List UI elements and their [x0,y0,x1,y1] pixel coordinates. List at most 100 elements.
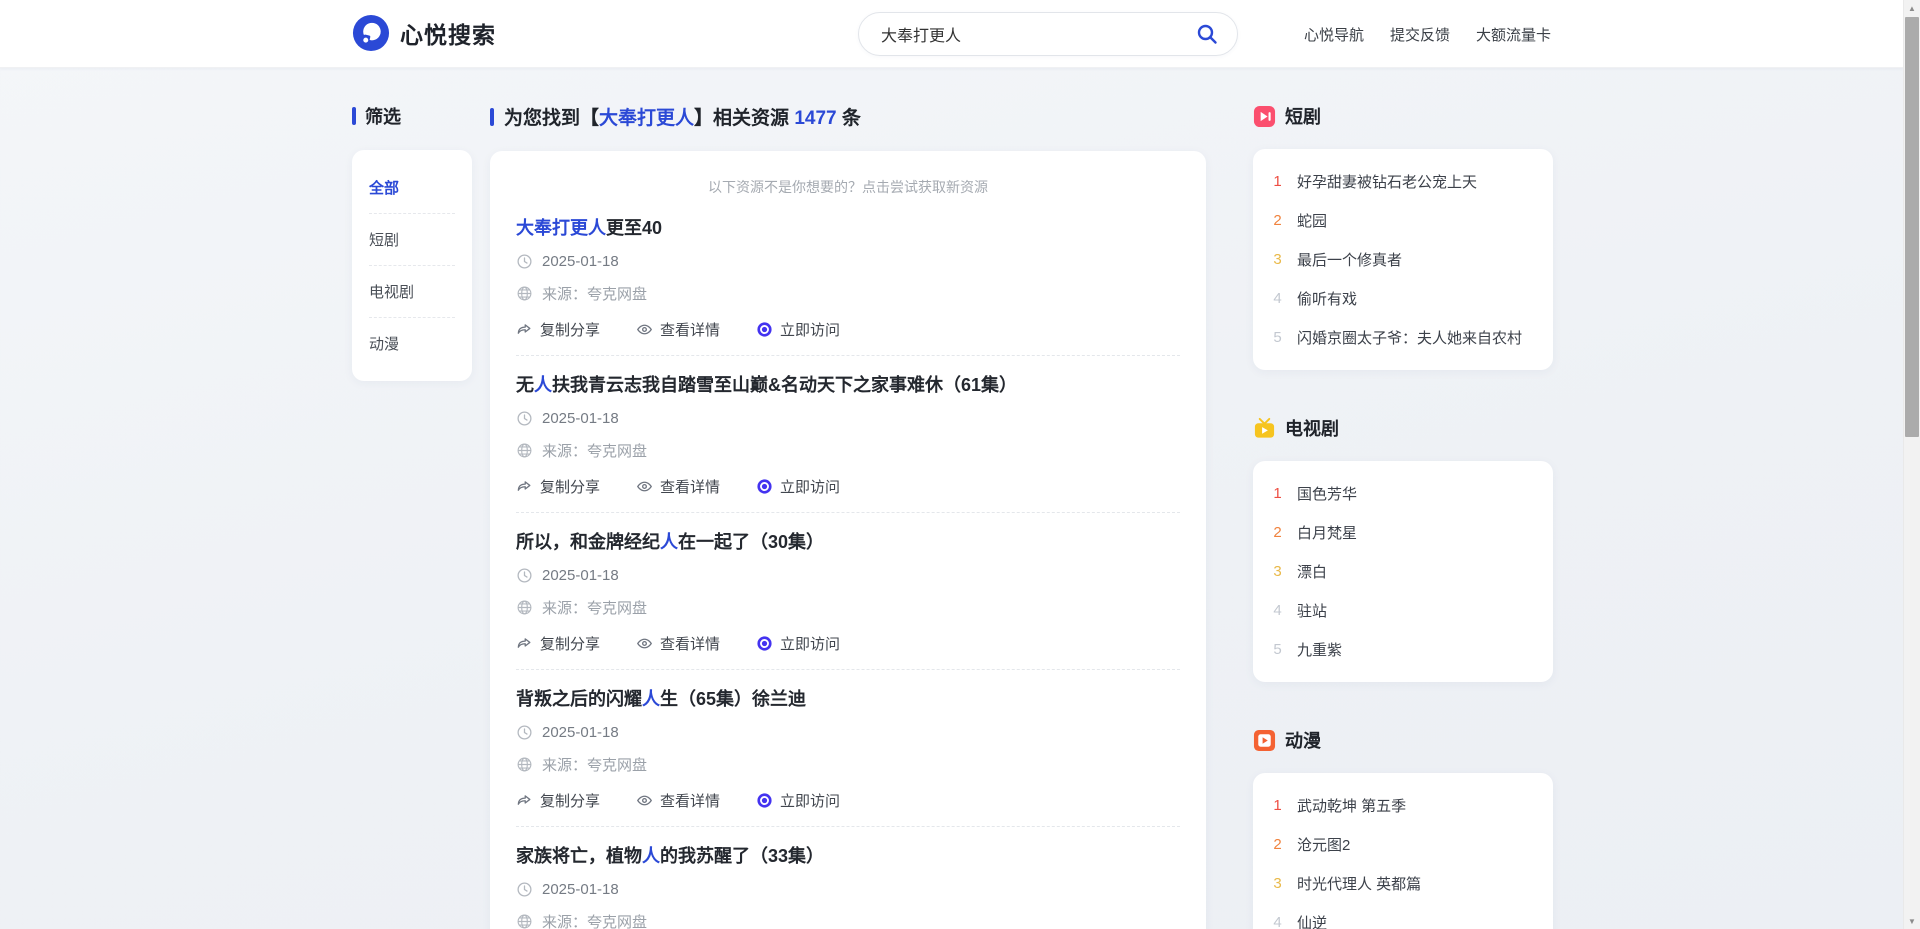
rank-item[interactable]: 1 武动乾坤 第五季 [1271,786,1535,825]
rank-number: 4 [1271,602,1284,619]
result-date: 2025-01-18 [542,881,619,898]
rank-item[interactable]: 4驻站 [1271,591,1535,630]
result-source: 来源：夸克网盘 [542,283,647,304]
result-item: 无人扶我青云志我自踏雪至山巅&名动天下之家事难休（61集） 2025-01-18… [516,356,1180,513]
filter-item-all[interactable]: 全部 [369,162,455,214]
result-item: 背叛之后的闪耀人生（65集）徐兰迪 2025-01-18 来源：夸克网盘 [516,670,1180,827]
rank-number: 1 [1271,797,1284,814]
rank-number: 5 [1271,641,1284,658]
site-logo[interactable]: 心悦搜索 [352,14,496,52]
rank-item[interactable]: 5闪婚京圈太子爷：夫人她来自农村 [1271,318,1535,357]
view-detail-button[interactable]: 查看详情 [636,319,720,340]
globe-icon [516,913,533,929]
filter-item-tvseries[interactable]: 电视剧 [369,266,455,318]
results-list: 大奉打更人更至40 2025-01-18 来源：夸克网盘 [516,199,1180,929]
result-actions: 复制分享 查看详情 立即访问 [516,633,1180,654]
nav-item-navigation[interactable]: 心悦导航 [1304,24,1364,45]
result-actions: 复制分享 查看详情 立即访问 [516,790,1180,811]
search-input[interactable] [881,25,1195,43]
visit-icon [756,321,773,338]
view-detail-button[interactable]: 查看详情 [636,633,720,654]
accent-bar [490,108,494,126]
result-title-link[interactable]: 所以，和金牌经纪人在一起了（30集） [516,530,1180,554]
rank-item-label: 最后一个修真者 [1297,249,1402,270]
rank-item[interactable]: 3最后一个修真者 [1271,240,1535,279]
view-detail-button[interactable]: 查看详情 [636,476,720,497]
rank-number: 4 [1271,914,1284,929]
result-title-link[interactable]: 无人扶我青云志我自踏雪至山巅&名动天下之家事难休（61集） [516,373,1180,397]
rank-number: 2 [1271,524,1284,541]
top-header: 心悦搜索 心悦导航 提交反馈 大额流量卡 [0,0,1903,68]
copy-share-button[interactable]: 复制分享 [516,633,600,654]
eye-icon [636,635,653,652]
filter-item-shortdrama[interactable]: 短剧 [369,214,455,266]
refresh-notice[interactable]: 以下资源不是你想要的？点击尝试获取新资源 [516,171,1180,199]
visit-now-button[interactable]: 立即访问 [756,476,840,497]
result-source-row: 来源：夸克网盘 [516,754,1180,775]
view-detail-label: 查看详情 [660,633,720,654]
copy-share-button[interactable]: 复制分享 [516,319,600,340]
rankings-sidebar: 短剧 1好孕甜妻被钻石老公宠上天2蛇园3最后一个修真者4偷听有戏5闪婚京圈太子爷… [1253,103,1553,929]
result-title-link[interactable]: 背叛之后的闪耀人生（65集）徐兰迪 [516,687,1180,711]
visit-now-button[interactable]: 立即访问 [756,319,840,340]
rank-item[interactable]: 2白月梵星 [1271,513,1535,552]
result-item: 大奉打更人更至40 2025-01-18 来源：夸克网盘 [516,199,1180,356]
clock-icon [516,567,533,584]
result-source: 来源：夸克网盘 [542,597,647,618]
clock-icon [516,724,533,741]
result-source-row: 来源：夸克网盘 [516,911,1180,929]
rank-item[interactable]: 3时光代理人 英都篇 [1271,864,1535,903]
rank-item[interactable]: 1国色芳华 [1271,474,1535,513]
visit-now-button[interactable]: 立即访问 [756,633,840,654]
rank-item[interactable]: 2沧元图2 [1271,825,1535,864]
rank-item[interactable]: 4仙逆 [1271,903,1535,929]
rank-item[interactable]: 1好孕甜妻被钻石老公宠上天 [1271,162,1535,201]
eye-icon [636,321,653,338]
rank-item[interactable]: 4偷听有戏 [1271,279,1535,318]
visit-now-label: 立即访问 [780,319,840,340]
rank-heading: 短剧 [1253,103,1553,129]
clock-icon [516,253,533,270]
rank-item[interactable]: 5九重紫 [1271,630,1535,669]
rank-item-label: 沧元图2 [1297,834,1350,855]
filter-item-anime[interactable]: 动漫 [369,318,455,369]
rank-number: 1 [1271,485,1284,502]
view-detail-label: 查看详情 [660,319,720,340]
rank-item-label: 闪婚京圈太子爷：夫人她来自农村 [1297,327,1522,348]
header-nav: 心悦导航 提交反馈 大额流量卡 [1304,0,1551,68]
rank-title: 电视剧 [1285,415,1339,441]
scrollbar-thumb[interactable] [1905,17,1919,437]
rank-item[interactable]: 2蛇园 [1271,201,1535,240]
share-icon [516,321,533,338]
view-detail-label: 查看详情 [660,790,720,811]
rank-number: 1 [1271,173,1284,190]
scroll-down-arrow[interactable]: ▼ [1904,913,1920,929]
rank-panel-shortdrama: 短剧 1好孕甜妻被钻石老公宠上天2蛇园3最后一个修真者4偷听有戏5闪婚京圈太子爷… [1253,103,1553,370]
copy-share-button[interactable]: 复制分享 [516,790,600,811]
rank-card: 1武动乾坤 第五季2沧元图23时光代理人 英都篇4仙逆5牧神记 [1253,773,1553,929]
search-icon[interactable] [1195,21,1221,47]
nav-item-dataplan[interactable]: 大额流量卡 [1476,24,1551,45]
rank-number: 3 [1271,875,1284,892]
nav-item-feedback[interactable]: 提交反馈 [1390,24,1450,45]
visit-now-label: 立即访问 [780,633,840,654]
rank-item-label: 武动乾坤 第五季 [1297,795,1406,816]
results-card: 以下资源不是你想要的？点击尝试获取新资源 大奉打更人更至40 2025-01-1… [490,151,1206,929]
results-count: 1477 [794,108,836,129]
view-detail-button[interactable]: 查看详情 [636,790,720,811]
copy-share-label: 复制分享 [540,319,600,340]
page-scrollbar[interactable]: ▲ ▼ [1903,0,1920,929]
result-date-row: 2025-01-18 [516,881,1180,898]
scroll-up-arrow[interactable]: ▲ [1904,0,1920,16]
visit-icon [756,792,773,809]
result-title-link[interactable]: 家族将亡，植物人的我苏醒了（33集） [516,844,1180,868]
result-actions: 复制分享 查看详情 立即访问 [516,476,1180,497]
rank-item[interactable]: 3漂白 [1271,552,1535,591]
visit-now-label: 立即访问 [780,476,840,497]
result-actions: 复制分享 查看详情 立即访问 [516,319,1180,340]
copy-share-button[interactable]: 复制分享 [516,476,600,497]
result-date: 2025-01-18 [542,567,619,584]
globe-icon [516,756,533,773]
result-title-link[interactable]: 大奉打更人更至40 [516,216,1180,240]
visit-now-button[interactable]: 立即访问 [756,790,840,811]
